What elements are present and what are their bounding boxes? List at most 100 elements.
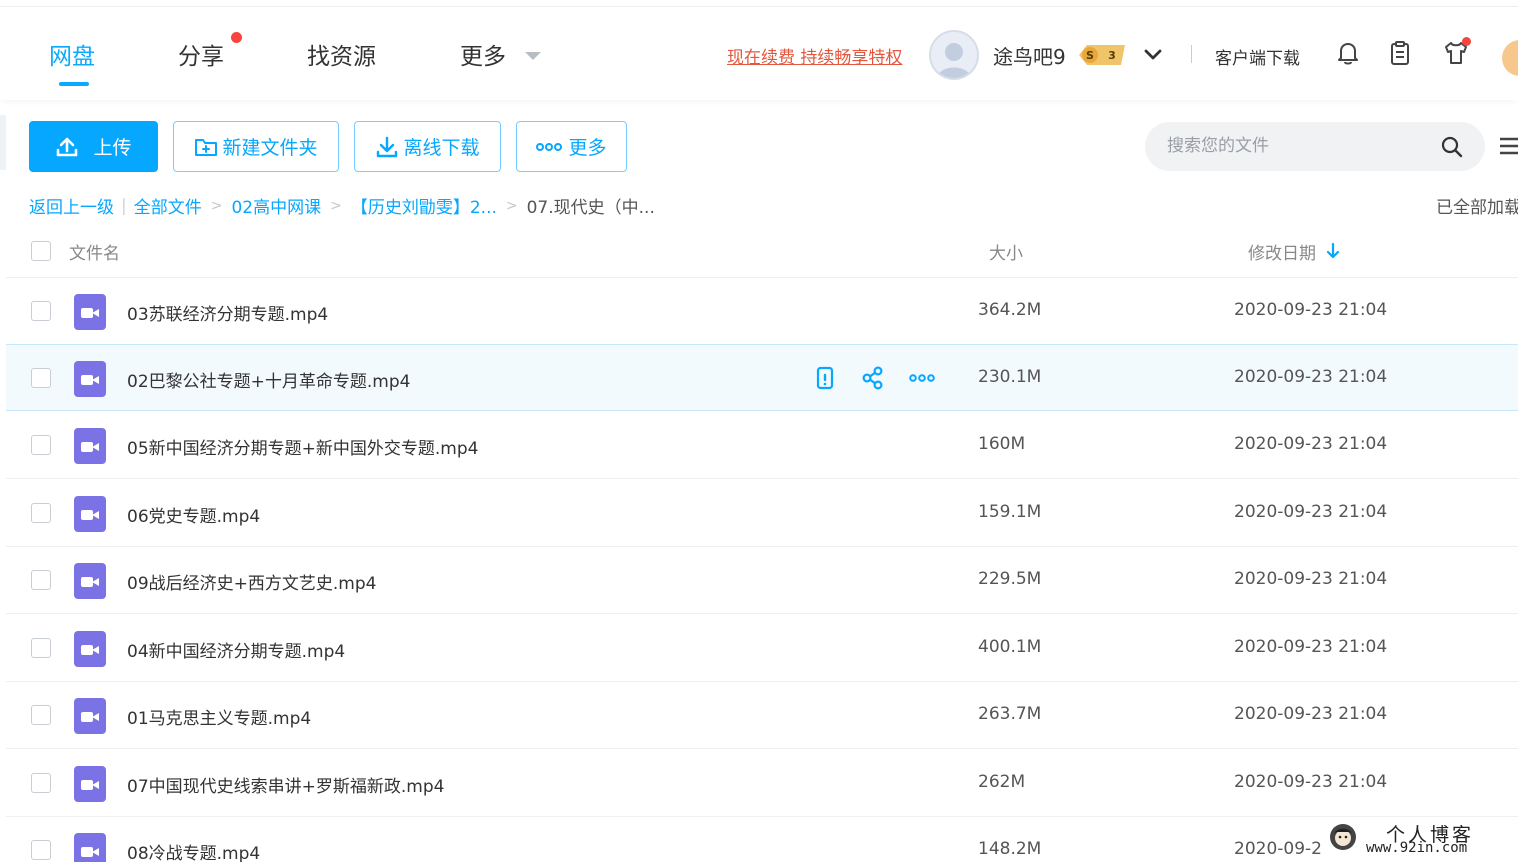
upload-button[interactable]: 上传	[29, 121, 158, 172]
table-row[interactable]: 04新中国经济分期专题.mp4 400.1M 2020-09-23 21:04	[6, 615, 1518, 682]
new-folder-button[interactable]: 新建文件夹	[173, 121, 339, 172]
divider	[1191, 45, 1192, 63]
nav-item-netdisk[interactable]: 网盘	[49, 37, 95, 71]
bell-icon[interactable]	[1334, 39, 1362, 67]
more-actions-button[interactable]: 更多	[516, 121, 627, 172]
video-file-icon	[74, 496, 106, 532]
breadcrumb-separator: >	[330, 197, 342, 214]
row-checkbox[interactable]	[31, 773, 51, 793]
file-size: 159.1M	[978, 502, 1042, 522]
row-checkbox[interactable]	[31, 503, 51, 523]
vip-level-badge-icon: S 3	[1079, 45, 1125, 65]
row-checkbox[interactable]	[31, 435, 51, 455]
file-name[interactable]: 08冷战专题.mp4	[127, 839, 260, 862]
upload-icon	[57, 137, 78, 156]
row-checkbox[interactable]	[31, 705, 51, 725]
table-row[interactable]: 08冷战专题.mp4 148.2M 2020-09-2	[6, 817, 1518, 862]
file-name[interactable]: 06党史专题.mp4	[127, 502, 260, 527]
row-checkbox[interactable]	[31, 840, 51, 860]
search-input[interactable]	[1167, 132, 1437, 160]
share-notification-dot	[231, 32, 242, 43]
breadcrumb-current: 07.现代史（中...	[526, 198, 655, 218]
send-to-phone-icon[interactable]	[813, 366, 837, 390]
table-row[interactable]: 06党史专题.mp4 159.1M 2020-09-23 21:04	[6, 480, 1518, 547]
new-folder-button-label: 新建文件夹	[222, 137, 318, 159]
chevron-down-icon[interactable]	[1142, 43, 1164, 65]
svg-text:3: 3	[1108, 49, 1116, 62]
nav-item-find-resources[interactable]: 找资源	[307, 37, 376, 71]
more-dots-icon[interactable]	[908, 366, 936, 390]
renew-promo-link[interactable]: 现在续费 持续畅享特权	[727, 43, 902, 68]
breadcrumb-item-history[interactable]: 【历史刘勖雯】2...	[351, 193, 497, 218]
file-name[interactable]: 09战后经济史+西方文艺史.mp4	[127, 569, 376, 594]
more-actions-button-label: 更多	[568, 137, 607, 159]
file-size: 263.7M	[978, 704, 1042, 724]
search-box	[1145, 122, 1485, 171]
offline-download-button-label: 离线下载	[403, 137, 480, 159]
client-download-link[interactable]: 客户端下载	[1215, 44, 1300, 69]
breadcrumb-item-highschool[interactable]: 02高中网课	[231, 193, 321, 218]
file-date: 2020-09-23 21:04	[1234, 772, 1388, 792]
file-size: 400.1M	[978, 637, 1042, 657]
video-file-icon	[74, 698, 106, 734]
breadcrumb: 返回上一级 | 全部文件 > 02高中网课 > 【历史刘勖雯】2... > 07…	[29, 193, 655, 219]
file-size: 229.5M	[978, 569, 1042, 589]
search-icon[interactable]	[1440, 135, 1464, 159]
row-checkbox[interactable]	[31, 301, 51, 321]
table-row[interactable]: 07中国现代史线索串讲+罗斯福新政.mp4 262M 2020-09-23 21…	[6, 750, 1518, 817]
file-date: 2020-09-23 21:04	[1234, 434, 1388, 454]
nav-item-share[interactable]: 分享	[178, 37, 224, 71]
file-size: 148.2M	[978, 839, 1042, 859]
breadcrumb-item-all-files[interactable]: 全部文件	[134, 193, 202, 218]
table-row[interactable]: 01马克思主义专题.mp4 263.7M 2020-09-23 21:04	[6, 682, 1518, 749]
list-view-icon[interactable]	[1498, 134, 1518, 158]
file-date: 2020-09-23 21:04	[1234, 569, 1388, 589]
file-name[interactable]: 01马克思主义专题.mp4	[127, 704, 311, 729]
all-loaded-status: 已全部加载	[1436, 198, 1518, 218]
table-row[interactable]: 02巴黎公社专题+十月革命专题.mp4 230.1M 2020-09-23 21…	[6, 344, 1518, 411]
watermark-logo-icon	[1330, 824, 1356, 850]
file-date: 2020-09-23 21:04	[1234, 704, 1388, 724]
row-checkbox[interactable]	[31, 368, 51, 388]
upload-button-label: 上传	[93, 137, 132, 159]
offline-download-button[interactable]: 离线下载	[354, 121, 501, 172]
nav-active-indicator	[59, 82, 89, 86]
file-date: 2020-09-23 21:04	[1234, 502, 1388, 522]
nav-item-more[interactable]: 更多	[460, 37, 506, 71]
file-name[interactable]: 02巴黎公社专题+十月革命专题.mp4	[127, 367, 410, 392]
row-checkbox[interactable]	[31, 638, 51, 658]
file-name[interactable]: 07中国现代史线索串讲+罗斯福新政.mp4	[127, 772, 444, 797]
avatar[interactable]	[929, 30, 979, 80]
sort-desc-arrow-icon[interactable]	[1325, 242, 1341, 260]
skin-notification-dot	[1462, 37, 1471, 46]
video-file-icon	[74, 833, 106, 862]
file-name[interactable]: 05新中国经济分期专题+新中国外交专题.mp4	[127, 434, 478, 459]
clipboard-icon[interactable]	[1386, 39, 1414, 67]
file-size: 160M	[978, 434, 1026, 454]
select-all-checkbox[interactable]	[31, 241, 51, 261]
table-row[interactable]: 09战后经济史+西方文艺史.mp4 229.5M 2020-09-23 21:0…	[6, 547, 1518, 614]
row-checkbox[interactable]	[31, 570, 51, 590]
back-link[interactable]: 返回上一级	[29, 193, 114, 218]
file-size: 262M	[978, 772, 1026, 792]
video-file-icon	[74, 294, 106, 330]
column-header-size[interactable]: 大小	[989, 239, 1023, 264]
more-dots-icon	[536, 142, 563, 151]
column-header-name[interactable]: 文件名	[69, 239, 120, 264]
share-icon[interactable]	[861, 366, 885, 390]
svg-text:S: S	[1086, 49, 1094, 62]
column-header-date[interactable]: 修改日期	[1248, 239, 1316, 264]
table-row[interactable]: 05新中国经济分期专题+新中国外交专题.mp4 160M 2020-09-23 …	[6, 412, 1518, 479]
breadcrumb-divider: |	[121, 195, 127, 216]
video-file-icon	[74, 631, 106, 667]
breadcrumb-separator: >	[505, 197, 518, 214]
username[interactable]: 途鸟吧9	[993, 41, 1066, 70]
download-icon	[377, 136, 398, 157]
file-name[interactable]: 04新中国经济分期专题.mp4	[127, 637, 345, 662]
caret-down-icon[interactable]	[525, 52, 541, 60]
new-folder-icon	[195, 138, 218, 156]
activity-avatar[interactable]	[1502, 40, 1518, 76]
file-name[interactable]: 03苏联经济分期专题.mp4	[127, 300, 328, 325]
table-row[interactable]: 03苏联经济分期专题.mp4 364.2M 2020-09-23 21:04	[6, 278, 1518, 345]
top-border	[0, 0, 1518, 7]
